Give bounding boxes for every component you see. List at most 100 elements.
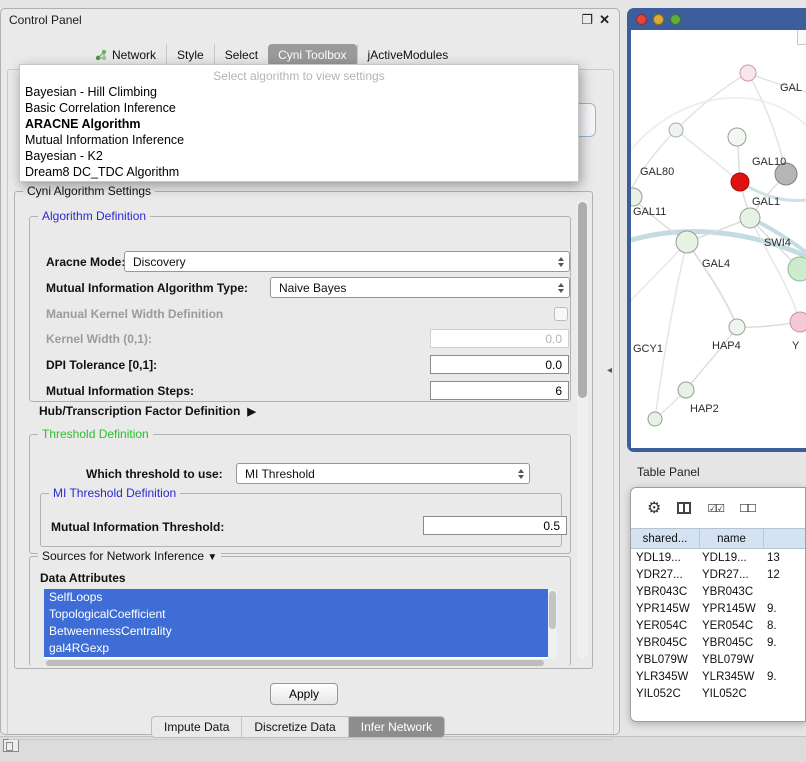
network-node[interactable]	[631, 188, 642, 206]
algorithm-definition-legend: Algorithm Definition	[38, 209, 150, 223]
dpi-tolerance-label: DPI Tolerance [0,1]:	[46, 358, 157, 372]
clear-checks-icon[interactable]: ☐☐	[739, 502, 755, 515]
network-node[interactable]	[740, 65, 756, 81]
algorithm-option[interactable]: ARACNE Algorithm	[20, 116, 578, 132]
table-row[interactable]: YDR27...YDR27...12	[631, 566, 805, 583]
network-edge	[631, 98, 806, 150]
table-row[interactable]: YPR145WYPR145W9.	[631, 600, 805, 617]
network-node[interactable]	[678, 382, 694, 398]
zoom-traffic-light[interactable]	[670, 14, 681, 25]
network-node[interactable]	[676, 231, 698, 253]
minimize-traffic-light[interactable]	[653, 14, 664, 25]
table-row[interactable]: YBR043CYBR043C	[631, 583, 805, 600]
sources-legend: Sources for Network Inference ▼	[38, 549, 221, 565]
apply-button[interactable]: Apply	[270, 683, 338, 705]
table-panel-window: ⚙ ☑☑ ☐☐ shared... name YDL19...YDL19...1…	[630, 487, 806, 722]
table-row[interactable]: YBL079WYBL079W	[631, 651, 805, 668]
attribute-item[interactable]: SelfLoops	[44, 589, 548, 606]
control-panel-titlebar: Control Panel ❐ ✕	[1, 9, 619, 33]
table-row[interactable]: YLR345WYLR345W9.	[631, 668, 805, 685]
tab-style[interactable]: Style	[166, 44, 214, 66]
table-cell: YBR043C	[631, 586, 700, 598]
window-traffic-lights	[636, 14, 681, 25]
table-cell: 13	[764, 552, 805, 564]
tab-cyni-toolbox[interactable]: Cyni Toolbox	[268, 44, 356, 66]
attribute-list-hscrollbar-thumb[interactable]	[46, 660, 544, 666]
tab-select[interactable]: Select	[214, 44, 268, 66]
kernel-width-label: Kernel Width (0,1):	[46, 332, 152, 346]
table-cell: YDR27...	[631, 569, 700, 581]
algorithm-list: Bayesian - Hill ClimbingBasic Correlatio…	[20, 84, 578, 180]
algorithm-prompt: Select algorithm to view settings	[20, 68, 578, 84]
network-node-label: GAL	[780, 82, 802, 94]
mi-steps-field[interactable]	[430, 381, 569, 400]
close-traffic-light[interactable]	[636, 14, 647, 25]
table-row[interactable]: YER054CYER054C8.	[631, 617, 805, 634]
select-all-checks-icon[interactable]: ☑☑	[707, 502, 723, 515]
tab-label: Cyni Toolbox	[278, 48, 346, 62]
table-cell: YBL079W	[700, 654, 764, 666]
splitter-collapse-icon[interactable]: ◂	[607, 365, 612, 376]
attribute-item[interactable]: gal4RGexp	[44, 640, 548, 657]
network-node[interactable]	[728, 128, 746, 146]
algorithm-option[interactable]: Bayesian - K2	[20, 148, 578, 164]
network-node[interactable]	[648, 412, 662, 426]
mi-threshold-field[interactable]	[423, 516, 567, 535]
tab-network[interactable]: Network	[85, 44, 166, 66]
network-node[interactable]	[731, 173, 749, 191]
column-header[interactable]: shared...	[631, 529, 700, 548]
gear-icon[interactable]: ⚙	[647, 498, 661, 518]
network-scrollbar[interactable]	[797, 30, 806, 45]
tab-impute-data[interactable]: Impute Data	[152, 717, 241, 737]
dpi-tolerance-field[interactable]	[430, 355, 569, 374]
close-window-icon[interactable]: ✕	[599, 12, 610, 28]
tab-discretize-data[interactable]: Discretize Data	[241, 717, 347, 737]
network-node-label: GAL11	[633, 206, 666, 218]
float-window-icon[interactable]: ❐	[581, 12, 593, 28]
cyni-mode-tabs: Impute Data Discretize Data Infer Networ…	[151, 716, 445, 738]
attribute-list-scrollbar[interactable]	[548, 589, 557, 659]
network-node[interactable]	[669, 123, 683, 137]
table-cell: YBR043C	[700, 586, 764, 598]
column-header[interactable]	[764, 529, 805, 548]
attribute-list-scrollbar-thumb[interactable]	[549, 591, 556, 629]
table-cell: YDL19...	[700, 552, 764, 564]
attribute-list-hscrollbar[interactable]	[44, 659, 556, 667]
collapse-down-icon[interactable]: ▼	[207, 552, 217, 563]
algorithm-option[interactable]: Basic Correlation Inference	[20, 100, 578, 116]
mi-type-select[interactable]: Naive Bayes	[270, 277, 570, 298]
network-node[interactable]	[790, 312, 806, 332]
tab-jactivemodules[interactable]: jActiveModules	[357, 44, 459, 66]
hub-definition-toggle[interactable]: Hub/Transcription Factor Definition ▶	[39, 404, 256, 418]
network-edge	[687, 242, 737, 327]
network-edge	[631, 242, 687, 300]
network-node-label: GAL4	[702, 258, 730, 270]
table-row[interactable]: YDL19...YDL19...13	[631, 549, 805, 566]
algorithm-option[interactable]: Mutual Information Inference	[20, 132, 578, 148]
table-cell: YER054C	[631, 620, 700, 632]
aracne-mode-select[interactable]: Discovery	[124, 251, 570, 272]
attribute-list: SelfLoopsTopologicalCoefficientBetweenne…	[44, 589, 548, 659]
network-canvas[interactable]: GALGAL80GAL10GAL11GAL1SWI4GAL4GCY1HAP4YH…	[631, 30, 806, 448]
algorithm-option[interactable]: Dream8 DC_TDC Algorithm	[20, 164, 578, 180]
expand-right-icon: ▶	[247, 405, 255, 418]
network-node[interactable]	[740, 208, 760, 228]
attribute-item[interactable]: BetweennessCentrality	[44, 623, 548, 640]
which-threshold-value: MI Threshold	[245, 467, 512, 481]
table-row[interactable]: YIL052CYIL052C	[631, 685, 805, 702]
table-row[interactable]: YBR045CYBR045C9.	[631, 634, 805, 651]
manual-kernel-checkbox[interactable]	[554, 307, 568, 321]
attribute-item[interactable]: TopologicalCoefficient	[44, 606, 548, 623]
tab-label: jActiveModules	[368, 48, 449, 62]
network-node[interactable]	[729, 319, 745, 335]
kernel-width-field[interactable]	[430, 329, 569, 348]
combo-stepper-icon	[558, 257, 564, 267]
column-header[interactable]: name	[700, 529, 764, 548]
columns-icon[interactable]	[677, 502, 691, 514]
algorithm-option[interactable]: Bayesian - Hill Climbing	[20, 84, 578, 100]
tab-infer-network[interactable]: Infer Network	[348, 717, 444, 737]
panel-toggle-icon[interactable]	[3, 739, 19, 752]
settings-scrollbar-thumb[interactable]	[578, 202, 587, 398]
settings-scrollbar[interactable]	[577, 200, 588, 658]
which-threshold-select[interactable]: MI Threshold	[236, 463, 530, 484]
